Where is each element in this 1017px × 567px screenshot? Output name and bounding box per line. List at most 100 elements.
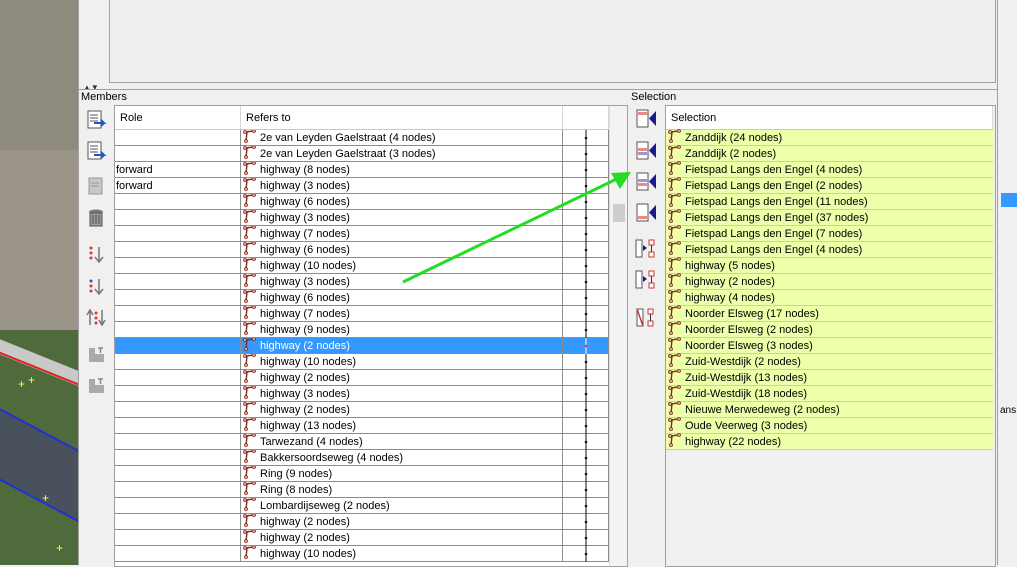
refers-to-cell[interactable]: highway (13 nodes) bbox=[241, 417, 563, 434]
refers-to-cell[interactable]: 2e van Leyden Gaelstraat (4 nodes) bbox=[241, 129, 563, 146]
table-row[interactable]: highway (2 nodes) bbox=[115, 513, 609, 530]
refers-to-cell[interactable]: highway (2 nodes) bbox=[241, 513, 563, 530]
refers-to-cell[interactable]: highway (10 nodes) bbox=[241, 545, 563, 562]
refers-to-cell[interactable]: Ring (8 nodes) bbox=[241, 481, 563, 498]
selection-list-item[interactable]: Zanddijk (24 nodes) bbox=[666, 129, 993, 146]
role-cell[interactable] bbox=[115, 241, 241, 258]
selection-list-item[interactable]: Oude Veerweg (3 nodes) bbox=[666, 417, 993, 434]
refers-to-cell[interactable]: Lombardijseweg (2 nodes) bbox=[241, 497, 563, 514]
table-row[interactable]: highway (6 nodes) bbox=[115, 289, 609, 306]
role-cell[interactable]: forward bbox=[115, 177, 241, 194]
role-cell[interactable] bbox=[115, 353, 241, 370]
table-row[interactable]: Lombardijseweg (2 nodes) bbox=[115, 497, 609, 514]
download-incomplete-icon[interactable] bbox=[83, 373, 109, 399]
selection-list-item[interactable]: Fietspad Langs den Engel (37 nodes) bbox=[666, 209, 993, 226]
table-row[interactable]: 2e van Leyden Gaelstraat (4 nodes) bbox=[115, 129, 609, 146]
table-row[interactable]: highway (10 nodes) bbox=[115, 545, 609, 562]
role-cell[interactable] bbox=[115, 497, 241, 514]
selection-list-item[interactable]: Noorder Elsweg (17 nodes) bbox=[666, 305, 993, 322]
role-cell[interactable] bbox=[115, 369, 241, 386]
selection-list-item[interactable]: highway (2 nodes) bbox=[666, 273, 993, 290]
refers-to-cell[interactable]: highway (9 nodes) bbox=[241, 321, 563, 338]
add-at-start-icon[interactable] bbox=[633, 106, 659, 132]
table-row[interactable]: Ring (8 nodes) bbox=[115, 481, 609, 498]
selection-list-item[interactable]: Zanddijk (2 nodes) bbox=[666, 145, 993, 162]
selection-table[interactable]: Selection Zanddijk (24 nodes) Zanddijk (2… bbox=[665, 105, 996, 567]
role-cell[interactable] bbox=[115, 289, 241, 306]
table-row[interactable]: Tarwezand (4 nodes) bbox=[115, 433, 609, 450]
refers-to-cell[interactable]: highway (2 nodes) bbox=[241, 369, 563, 386]
refers-to-cell[interactable]: highway (3 nodes) bbox=[241, 385, 563, 402]
move-down-icon[interactable] bbox=[83, 274, 109, 300]
selection-list-item[interactable]: Fietspad Langs den Engel (4 nodes) bbox=[666, 161, 993, 178]
selection-list-item[interactable]: highway (4 nodes) bbox=[666, 289, 993, 306]
role-cell[interactable] bbox=[115, 401, 241, 418]
role-cell[interactable] bbox=[115, 257, 241, 274]
role-cell[interactable] bbox=[115, 145, 241, 162]
selection-list-item[interactable]: highway (5 nodes) bbox=[666, 257, 993, 274]
selection-list-item[interactable]: Fietspad Langs den Engel (11 nodes) bbox=[666, 193, 993, 210]
selection-list-item[interactable]: Fietspad Langs den Engel (4 nodes) bbox=[666, 241, 993, 258]
role-cell[interactable]: forward bbox=[115, 161, 241, 178]
refers-to-cell[interactable]: Tarwezand (4 nodes) bbox=[241, 433, 563, 450]
refers-to-cell[interactable]: Ring (9 nodes) bbox=[241, 465, 563, 482]
move-both-icon[interactable] bbox=[83, 305, 109, 331]
selection-list-item[interactable]: Noorder Elsweg (3 nodes) bbox=[666, 337, 993, 354]
move-up-icon[interactable] bbox=[83, 242, 109, 268]
table-row[interactable]: highway (2 nodes) bbox=[115, 401, 609, 418]
role-cell[interactable] bbox=[115, 481, 241, 498]
table-row[interactable]: highway (2 nodes) bbox=[115, 369, 609, 386]
selection-list-item[interactable]: highway (22 nodes) bbox=[666, 433, 993, 450]
role-cell[interactable] bbox=[115, 545, 241, 562]
refers-to-cell[interactable]: highway (2 nodes) bbox=[241, 337, 563, 354]
download-member-icon[interactable] bbox=[83, 342, 109, 368]
table-row[interactable]: highway (7 nodes) bbox=[115, 305, 609, 322]
refers-to-cell[interactable]: highway (2 nodes) bbox=[241, 401, 563, 418]
table-row[interactable]: Bakkersoordseweg (4 nodes) bbox=[115, 449, 609, 466]
role-cell[interactable] bbox=[115, 129, 241, 146]
role-cell[interactable] bbox=[115, 305, 241, 322]
table-row[interactable]: highway (13 nodes) bbox=[115, 417, 609, 434]
selection-list-item[interactable]: Zuid-Westdijk (13 nodes) bbox=[666, 369, 993, 386]
edit-icon[interactable] bbox=[83, 173, 109, 199]
sort-icon[interactable] bbox=[83, 107, 109, 133]
role-cell[interactable] bbox=[115, 193, 241, 210]
selection-list-item[interactable]: Fietspad Langs den Engel (7 nodes) bbox=[666, 225, 993, 242]
delete-icon[interactable] bbox=[83, 205, 109, 231]
selection-list-item[interactable]: Nieuwe Merwedeweg (2 nodes) bbox=[666, 401, 993, 418]
refers-to-cell[interactable]: Bakkersoordseweg (4 nodes) bbox=[241, 449, 563, 466]
role-cell[interactable] bbox=[115, 529, 241, 546]
role-cell[interactable] bbox=[115, 209, 241, 226]
selection-list-item[interactable]: Fietspad Langs den Engel (2 nodes) bbox=[666, 177, 993, 194]
role-cell[interactable] bbox=[115, 225, 241, 242]
table-row[interactable]: highway (2 nodes) bbox=[115, 529, 609, 546]
selection-list-item[interactable]: Zuid-Westdijk (2 nodes) bbox=[666, 353, 993, 370]
refers-to-cell[interactable]: highway (2 nodes) bbox=[241, 529, 563, 546]
role-cell[interactable] bbox=[115, 465, 241, 482]
table-row[interactable]: highway (10 nodes) bbox=[115, 353, 609, 370]
column-header-linkage[interactable] bbox=[563, 106, 609, 130]
role-cell[interactable] bbox=[115, 433, 241, 450]
role-cell[interactable] bbox=[115, 385, 241, 402]
refers-to-cell[interactable]: highway (6 nodes) bbox=[241, 289, 563, 306]
remove-selected-icon[interactable] bbox=[633, 305, 659, 331]
table-row[interactable]: highway (9 nodes) bbox=[115, 321, 609, 338]
role-cell[interactable] bbox=[115, 273, 241, 290]
reverse-sort-icon[interactable] bbox=[83, 138, 109, 164]
selection-list-item[interactable]: Zuid-Westdijk (18 nodes) bbox=[666, 385, 993, 402]
column-header-selection[interactable]: Selection bbox=[666, 106, 993, 130]
refers-to-cell[interactable]: highway (7 nodes) bbox=[241, 305, 563, 322]
table-row[interactable]: highway (3 nodes) bbox=[115, 385, 609, 402]
column-header-refers-to[interactable]: Refers to bbox=[241, 106, 563, 130]
role-cell[interactable] bbox=[115, 417, 241, 434]
table-row[interactable]: highway (2 nodes) bbox=[115, 337, 609, 354]
column-header-role[interactable]: Role bbox=[115, 106, 241, 130]
role-cell[interactable] bbox=[115, 449, 241, 466]
role-cell[interactable] bbox=[115, 337, 241, 354]
map-view[interactable]: + + + + bbox=[0, 0, 78, 565]
table-row[interactable]: Ring (9 nodes) bbox=[115, 465, 609, 482]
selection-list-item[interactable]: Noorder Elsweg (2 nodes) bbox=[666, 321, 993, 338]
role-cell[interactable] bbox=[115, 513, 241, 530]
refers-to-cell[interactable]: highway (10 nodes) bbox=[241, 353, 563, 370]
role-cell[interactable] bbox=[115, 321, 241, 338]
